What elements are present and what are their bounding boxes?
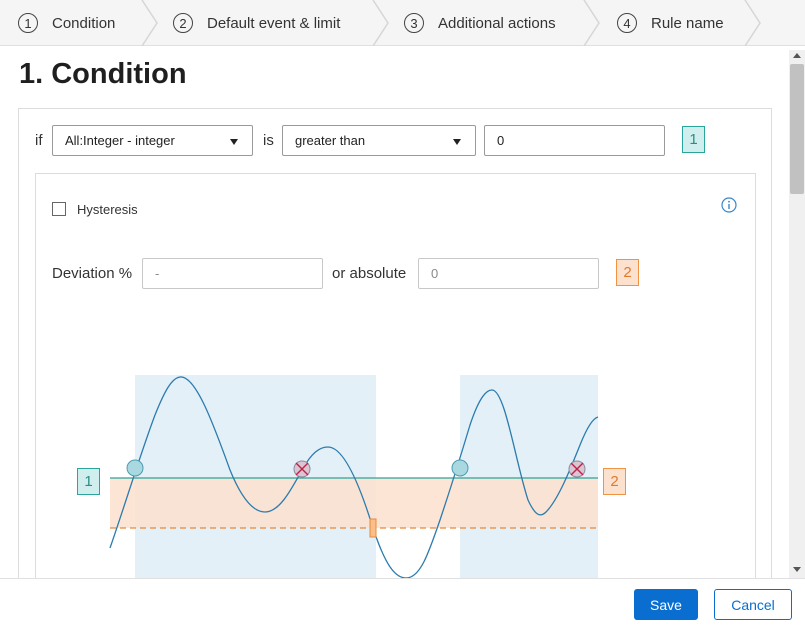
- hysteresis-band: [110, 478, 598, 528]
- scroll-up-icon[interactable]: [793, 53, 801, 58]
- cancel-button[interactable]: Cancel: [714, 589, 792, 620]
- diagram-hysteresis-badge: 2: [603, 468, 626, 495]
- save-button[interactable]: Save: [634, 589, 698, 620]
- scroll-down-icon[interactable]: [793, 567, 801, 572]
- hysteresis-diagram: [109, 375, 599, 578]
- trigger-point-1: [126, 459, 144, 477]
- scrollbar-thumb[interactable]: [790, 64, 804, 194]
- rejected-trigger-2: [568, 460, 586, 478]
- active-region-1: [135, 375, 376, 578]
- trigger-point-2: [451, 459, 469, 477]
- reset-marker: [369, 518, 377, 538]
- diagram-limit-badge: 1: [77, 468, 100, 495]
- rejected-trigger-1: [293, 460, 311, 478]
